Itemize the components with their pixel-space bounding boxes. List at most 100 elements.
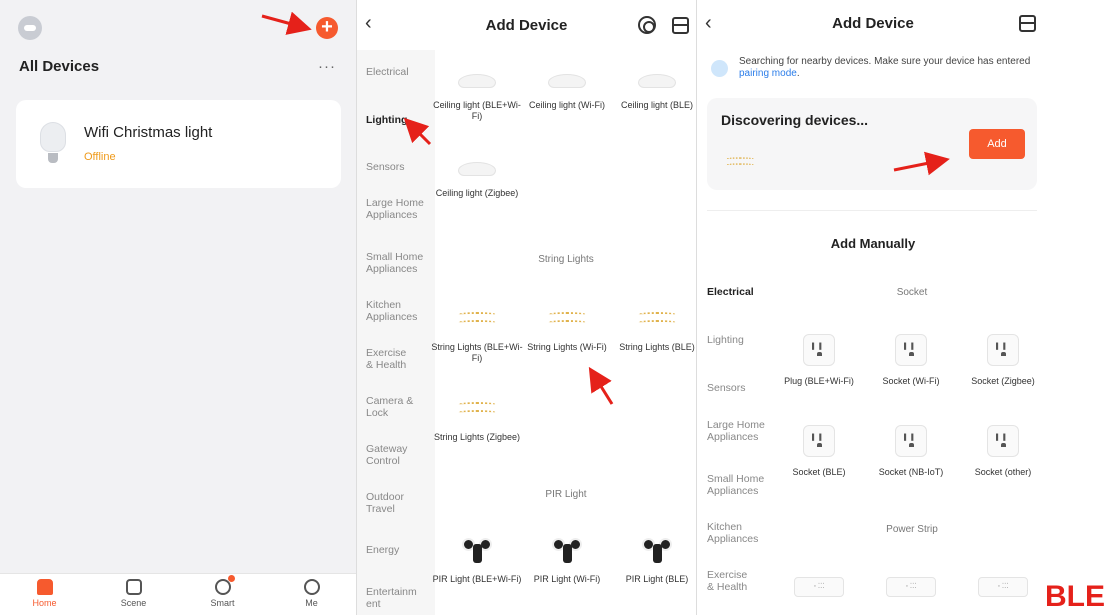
device-label: Socket (BLE)	[792, 467, 846, 477]
nav-smart[interactable]: Smart	[178, 574, 267, 615]
device-tile[interactable]: String Lights (BLE)	[611, 306, 696, 353]
ceiling-light-icon	[548, 74, 586, 88]
nav-label: Home	[32, 598, 57, 608]
page-title: All Devices	[19, 58, 100, 75]
device-tile[interactable]: ◦ ⁚⁚⁚	[773, 577, 865, 597]
device-label: PIR Light (BLE)	[625, 574, 689, 584]
device-status: Offline	[84, 151, 116, 163]
device-tile[interactable]: Socket (BLE)	[773, 425, 865, 478]
section-title: Socket	[896, 287, 928, 298]
socket-icon	[895, 425, 927, 457]
power-strip-icon: ◦ ⁚⁚⁚	[794, 577, 844, 597]
device-label: Ceiling light (Zigbee)	[435, 188, 519, 198]
device-label: Socket (Wi-Fi)	[882, 376, 940, 386]
device-label: String Lights (BLE)	[619, 342, 695, 352]
nav-me[interactable]: Me	[267, 574, 356, 615]
category-item[interactable]: Kitchen Appliances	[366, 299, 424, 323]
category-item-active[interactable]: Lighting	[366, 114, 432, 126]
device-tile[interactable]: Ceiling light (BLE+Wi-Fi)	[431, 74, 523, 122]
category-item[interactable]: Electrical	[366, 66, 432, 78]
add-manually-title: Add Manually	[830, 236, 916, 251]
page-title: Add Device	[832, 15, 914, 32]
category-item[interactable]: Outdoor Travel	[366, 491, 414, 515]
category-item[interactable]: Lighting	[707, 334, 773, 346]
category-item-active[interactable]: Electrical	[707, 286, 773, 298]
device-label: Socket (NB-IoT)	[878, 467, 944, 477]
category-item[interactable]: Exercise & Health	[707, 569, 755, 593]
header: ‹ Add Device	[697, 0, 1049, 50]
device-label: Ceiling light (Wi-Fi)	[528, 100, 605, 110]
notification-dot	[227, 575, 235, 582]
string-lights-icon	[548, 306, 586, 328]
device-grid: Ceiling light (BLE+Wi-Fi) Ceiling light …	[431, 50, 696, 615]
power-strip-icon: ◦ ⁚⁚⁚	[886, 577, 936, 597]
category-item[interactable]: Sensors	[707, 382, 773, 394]
string-lights-icon	[725, 153, 755, 170]
device-tile[interactable]: Ceiling light (Wi-Fi)	[521, 74, 613, 111]
socket-icon	[803, 425, 835, 457]
device-tile[interactable]: String Lights (Wi-Fi)	[521, 306, 613, 353]
divider	[707, 210, 1037, 211]
pir-light-icon	[642, 534, 672, 564]
category-item[interactable]: Gateway Control	[366, 443, 414, 467]
category-item[interactable]: Small Home Appliances	[366, 251, 428, 275]
device-tile[interactable]: Ceiling light (BLE)	[611, 74, 696, 111]
home-icon	[36, 579, 53, 595]
more-icon[interactable]: ···	[318, 58, 336, 75]
category-item[interactable]: Camera & Lock	[366, 395, 414, 419]
category-item[interactable]: Energy	[366, 544, 432, 556]
bottom-nav: Home Scene Smart Me	[0, 573, 356, 615]
device-tile[interactable]: Socket (NB-IoT)	[865, 425, 957, 478]
category-item[interactable]: Exercise & Health	[366, 347, 414, 371]
device-label: Ceiling light (BLE)	[620, 100, 694, 110]
add-device-button[interactable]: +	[316, 17, 338, 39]
section-title: PIR Light	[545, 489, 587, 500]
device-card[interactable]: Wifi Christmas light Offline	[16, 100, 341, 188]
device-tile[interactable]: ◦ ⁚⁚⁚	[865, 577, 957, 597]
nav-scene[interactable]: Scene	[89, 574, 178, 615]
device-tile[interactable]: Socket (Zigbee)	[957, 334, 1049, 387]
title-row: All Devices ···	[19, 58, 336, 75]
auto-scan-icon[interactable]	[638, 16, 656, 34]
pir-light-icon	[552, 534, 582, 564]
category-item[interactable]: Small Home Appliances	[707, 473, 769, 497]
device-tile[interactable]: PIR Light (BLE+Wi-Fi)	[431, 534, 523, 585]
category-item[interactable]: Kitchen Appliances	[707, 521, 765, 545]
device-label: String Lights (BLE+Wi-Fi)	[431, 342, 523, 363]
scene-icon	[125, 579, 142, 595]
device-tile[interactable]: Ceiling light (Zigbee)	[431, 162, 523, 199]
category-item[interactable]: Entertainm ent	[366, 586, 418, 610]
string-lights-icon	[458, 396, 496, 418]
nav-home[interactable]: Home	[0, 574, 89, 615]
avatar[interactable]	[18, 16, 42, 40]
notice-end: .	[796, 68, 800, 79]
device-tile[interactable]: String Lights (Zigbee)	[431, 396, 523, 443]
discovering-title: Discovering devices...	[721, 112, 869, 128]
smart-icon	[214, 575, 235, 595]
socket-icon	[987, 334, 1019, 366]
scan-icon[interactable]	[1019, 15, 1036, 32]
pairing-mode-link[interactable]: pairing mode	[739, 68, 797, 79]
device-tile[interactable]: Socket (other)	[957, 425, 1049, 478]
device-tile[interactable]: Socket (Wi-Fi)	[865, 334, 957, 387]
device-tile[interactable]: String Lights (BLE+Wi-Fi)	[431, 306, 523, 364]
device-name: Wifi Christmas light	[84, 124, 213, 141]
device-tile[interactable]: PIR Light (Wi-Fi)	[521, 534, 613, 585]
device-label: PIR Light (Wi-Fi)	[533, 574, 601, 584]
category-item[interactable]: Sensors	[366, 161, 432, 173]
category-sidebar: Electrical Lighting Sensors Large Home A…	[357, 50, 435, 615]
device-tile[interactable]: Plug (BLE+Wi-Fi)	[773, 334, 865, 387]
ceiling-light-icon	[638, 74, 676, 88]
device-label: Ceiling light (BLE+Wi-Fi)	[433, 100, 521, 121]
add-button[interactable]: Add	[969, 129, 1025, 159]
add-device-screen: ‹ Add Device Electrical Lighting Sensors…	[356, 0, 696, 615]
ble-annotation-label: BLE	[1045, 580, 1105, 613]
socket-icon	[895, 334, 927, 366]
category-item[interactable]: Large Home Appliances	[366, 197, 424, 221]
device-tile[interactable]: PIR Light (BLE)	[611, 534, 696, 585]
device-tile[interactable]: ◦ ⁚⁚⁚	[957, 577, 1049, 597]
nav-label: Me	[305, 598, 318, 608]
scan-icon[interactable]	[672, 17, 689, 34]
category-item[interactable]: Large Home Appliances	[707, 419, 765, 443]
nav-label: Smart	[210, 598, 235, 608]
